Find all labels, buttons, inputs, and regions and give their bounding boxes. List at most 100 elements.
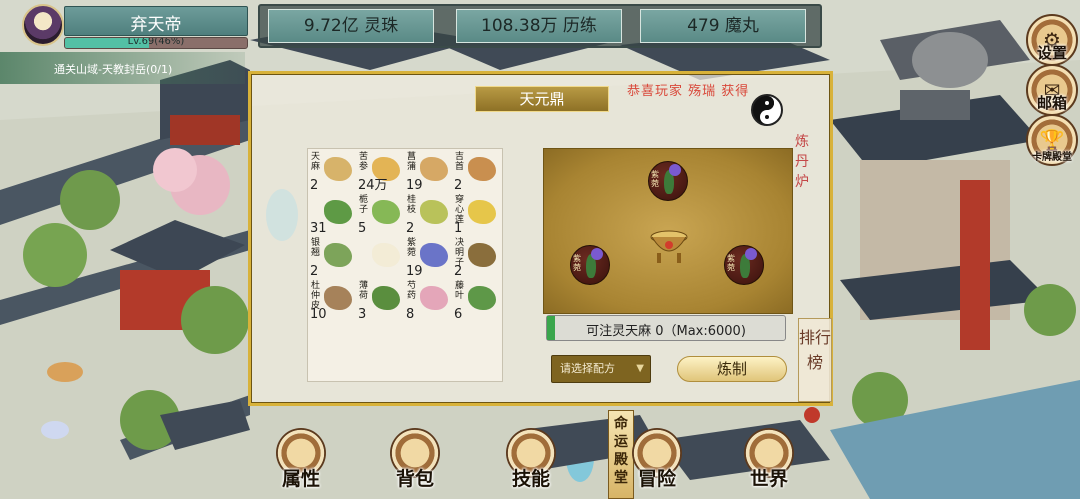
resource-mowan[interactable]: 479 魔丸	[640, 9, 806, 43]
herb-count: 1	[454, 221, 463, 236]
inject-progress-bar: 可注灵天麻 0（Max:6000)	[546, 315, 786, 341]
herb-icon	[420, 286, 448, 310]
herb-item[interactable]: 穿心莲 1	[454, 194, 502, 236]
herb-count: 2	[454, 178, 463, 193]
nav-backpack[interactable]: 背包	[384, 428, 446, 490]
herb-item[interactable]: 藤叶 6	[454, 280, 502, 322]
card-hall-label: 卡牌殿堂	[1032, 152, 1072, 163]
herb-name: 藤叶	[455, 281, 465, 301]
refine-button[interactable]: 炼制	[677, 356, 787, 382]
herb-icon	[324, 243, 352, 267]
inject-text: 可注灵天麻 0（Max:6000)	[586, 324, 746, 339]
herb-count: 2	[310, 264, 319, 279]
level-text: Lv.69(46%)	[127, 37, 185, 47]
player-panel: 弃天帝 Lv.69(46%)	[20, 4, 250, 49]
herb-name: 芍药	[407, 281, 417, 301]
herb-item[interactable]: 银翘 2	[310, 237, 358, 279]
herb-flower	[745, 248, 757, 260]
cauldron-icon[interactable]	[647, 221, 691, 265]
herb-name: 吉首	[455, 152, 465, 172]
resource-lilian[interactable]: 108.38万 历练	[456, 9, 622, 43]
herb-count: 24万	[358, 178, 388, 193]
herb-name: 薄荷	[359, 281, 369, 301]
herb-count: 2	[406, 221, 415, 236]
herb-name: 银翘	[311, 238, 321, 258]
herb-count: 19	[406, 178, 423, 193]
herb-item[interactable]: 决明子 2	[454, 237, 502, 279]
herb-count: 8	[406, 307, 415, 322]
slot-tag: 紫菀	[727, 254, 735, 272]
recipe-select[interactable]: 请选择配方 ▼	[551, 355, 651, 383]
herb-count: 31	[310, 221, 327, 236]
modal-title: 天元鼎	[475, 86, 609, 112]
herb-name: 紫菀	[407, 238, 417, 258]
herb-item[interactable]: 紫菀 19	[406, 237, 454, 279]
nav-label: 属性	[281, 468, 320, 490]
herb-count: 2	[454, 264, 463, 279]
herb-icon	[468, 286, 496, 310]
nav-label: 技能	[511, 468, 550, 490]
herb-item[interactable]: 杜仲皮 10	[310, 280, 358, 322]
herb-flower	[669, 164, 681, 176]
herb-flower	[591, 248, 603, 260]
resource-lingzhu[interactable]: 9.72亿 灵珠	[268, 9, 434, 43]
herb-icon	[372, 243, 400, 267]
herb-icon	[324, 157, 352, 181]
herb-item[interactable]: 菖蒲 19	[406, 151, 454, 193]
nav-world[interactable]: 世界	[738, 428, 800, 490]
herb-icon	[324, 286, 352, 310]
herb-item[interactable]: 苦参 24万	[358, 151, 406, 193]
herb-item[interactable]: 薄荷 3	[358, 280, 406, 322]
herb-icon	[420, 157, 448, 181]
herb-name: 菖蒲	[407, 152, 417, 172]
herb-icon	[372, 286, 400, 310]
herb-icon	[372, 200, 400, 224]
quest-tracker[interactable]: 通关山域-天教封岳(0/1)	[0, 52, 245, 84]
herb-item[interactable]: 栀子 5	[358, 194, 406, 236]
resource-bar: 9.72亿 灵珠 108.38万 历练 479 魔丸	[258, 4, 822, 48]
chevron-down-icon: ▼	[636, 363, 644, 374]
herb-name: 桂枝	[407, 195, 417, 215]
herb-item[interactable]: 天麻 2	[310, 151, 358, 193]
herb-icon	[420, 200, 448, 224]
taiji-dot	[765, 101, 769, 105]
taiji-icon[interactable]	[751, 94, 783, 126]
herb-name: 苦参	[359, 152, 369, 172]
herb-icon	[468, 157, 496, 181]
herb-item[interactable]	[358, 237, 406, 279]
player-name-bar: 弃天帝	[64, 6, 248, 36]
mail-label: 邮箱	[1036, 94, 1067, 112]
herb-inventory: 天麻 2 苦参 24万 菖蒲 19 吉首 2 31 栀子 5 桂枝 2 穿心莲 1 银翘 2 紫菀 19 决明子 2 杜仲…	[307, 148, 503, 382]
herb-count: 3	[358, 307, 367, 322]
player-name: 弃天帝	[130, 15, 182, 35]
level-progress-bar: Lv.69(46%)	[64, 37, 248, 49]
herb-icon	[468, 243, 496, 267]
herb-icon	[420, 243, 448, 267]
herb-item[interactable]: 桂枝 2	[406, 194, 454, 236]
herb-item[interactable]: 31	[310, 194, 358, 236]
slot-tag: 紫菀	[651, 170, 659, 188]
herb-name: 天麻	[311, 152, 321, 172]
nav-label: 背包	[395, 468, 434, 490]
herb-slot-right[interactable]: 紫菀	[724, 245, 764, 285]
herb-count: 2	[310, 178, 319, 193]
avatar[interactable]	[22, 4, 64, 46]
herb-item[interactable]: 芍药 8	[406, 280, 454, 322]
alchemy-modal: 天元鼎 恭喜玩家 殇瑞 获得 炼丹炉 天麻 2 苦参 24万 菖蒲 19 吉首 2 31 栀子 5 桂…	[248, 71, 833, 406]
nav-adventure[interactable]: 冒险	[626, 428, 688, 490]
nav-skills[interactable]: 技能	[500, 428, 562, 490]
settings-label: 设置	[1036, 44, 1067, 62]
cauldron-board: 紫菀 紫菀 紫菀	[543, 148, 793, 314]
herb-count: 10	[310, 307, 327, 322]
nav-attributes[interactable]: 属性	[270, 428, 332, 490]
herb-icon	[468, 200, 496, 224]
herb-count: 5	[358, 221, 367, 236]
leaderboard-button[interactable]: 排行榜	[798, 318, 832, 402]
taiji-dot	[765, 115, 769, 119]
herb-item[interactable]: 吉首 2	[454, 151, 502, 193]
broadcast-notice: 恭喜玩家 殇瑞 获得	[627, 84, 750, 99]
slot-tag: 紫菀	[573, 254, 581, 272]
furnace-label: 炼丹炉	[795, 134, 809, 190]
herb-slot-top[interactable]: 紫菀	[648, 161, 688, 201]
herb-slot-left[interactable]: 紫菀	[570, 245, 610, 285]
